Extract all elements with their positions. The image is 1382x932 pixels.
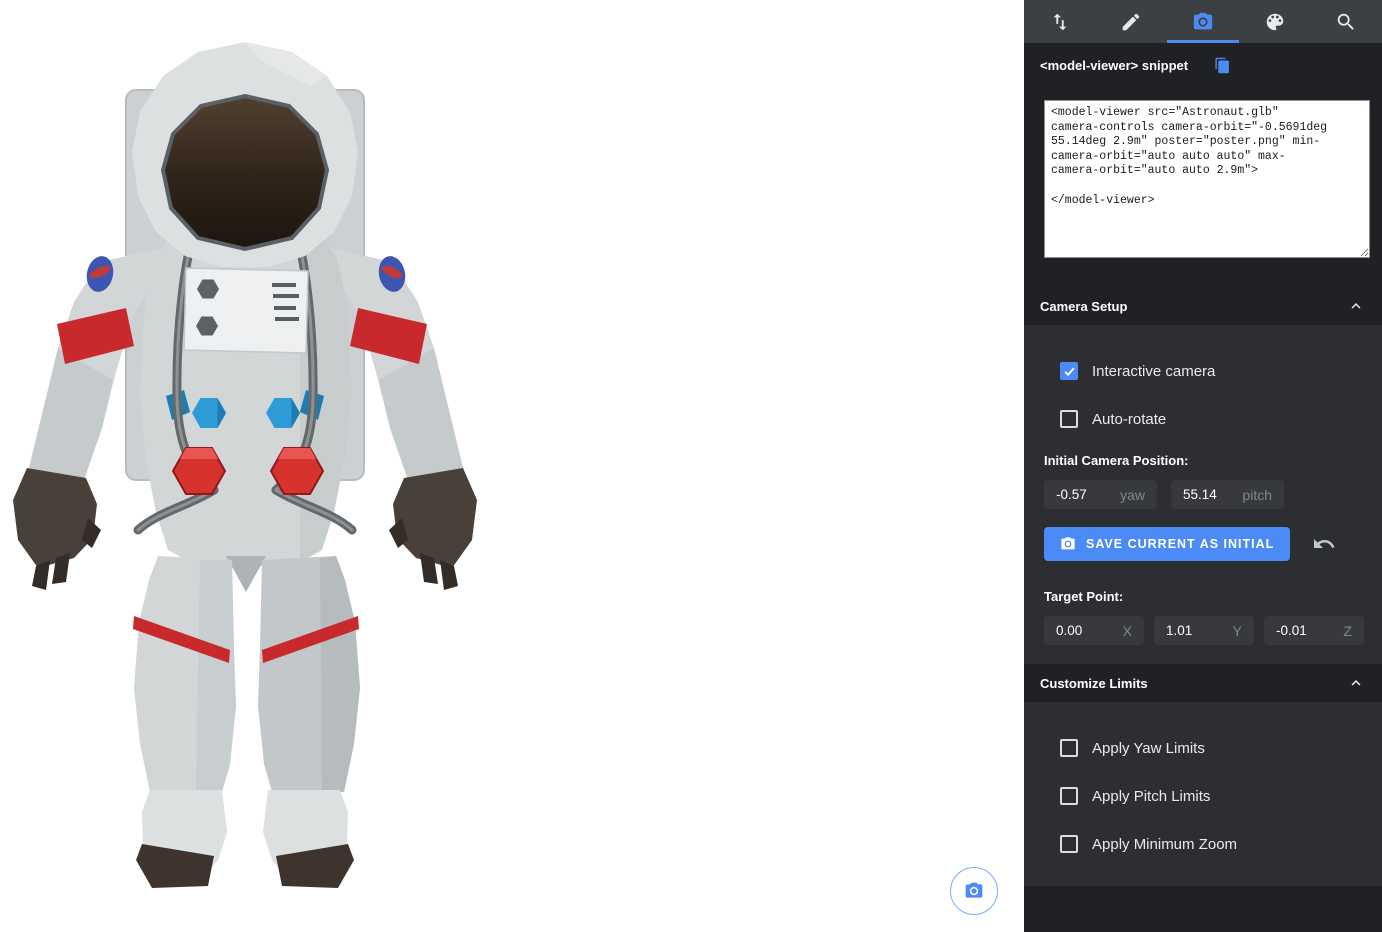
apply-pitch-limits-row[interactable]: Apply Pitch Limits [1024, 772, 1382, 820]
customize-limits-section: Apply Yaw Limits Apply Pitch Limits Appl… [1024, 702, 1382, 886]
save-button-label: SAVE CURRENT AS INITIAL [1086, 537, 1274, 551]
initial-camera-position-label: Initial Camera Position: [1044, 453, 1382, 468]
check-icon [1063, 365, 1076, 378]
interactive-camera-label: Interactive camera [1092, 363, 1215, 380]
yaw-field[interactable]: yaw [1044, 480, 1157, 509]
snippet-title: <model-viewer> snippet [1040, 58, 1188, 73]
astronaut-helmet [132, 42, 358, 267]
auto-rotate-checkbox[interactable] [1060, 410, 1078, 428]
target-point-inputs: X Y Z [1044, 616, 1382, 645]
pitch-field[interactable]: pitch [1171, 480, 1284, 509]
target-z-suffix: Z [1343, 623, 1352, 639]
snippet-header: <model-viewer> snippet [1040, 57, 1366, 74]
target-x-suffix: X [1123, 623, 1132, 639]
camera-icon [1060, 536, 1076, 552]
download-screenshot-button[interactable] [950, 867, 998, 915]
target-x-input[interactable] [1056, 623, 1115, 638]
apply-minimum-zoom-label: Apply Minimum Zoom [1092, 836, 1237, 853]
target-z-input[interactable] [1276, 623, 1335, 638]
target-y-input[interactable] [1166, 623, 1225, 638]
target-y-suffix: Y [1233, 623, 1242, 639]
tab-inspector[interactable] [1310, 0, 1382, 43]
tab-edit[interactable] [1096, 0, 1168, 43]
target-point-label: Target Point: [1044, 589, 1382, 604]
camera-setup-section: Interactive camera Auto-rotate Initial C… [1024, 325, 1382, 664]
pencil-icon [1120, 11, 1142, 33]
copy-icon [1214, 57, 1231, 74]
tab-file-controls[interactable] [1024, 0, 1096, 43]
astronaut-legs [133, 556, 360, 888]
chevron-up-icon[interactable] [1347, 674, 1365, 692]
initial-position-inputs: yaw pitch [1044, 480, 1382, 509]
section-header-camera-setup[interactable]: Camera Setup [1024, 287, 1382, 325]
search-icon [1335, 11, 1357, 33]
yaw-input[interactable] [1056, 487, 1112, 502]
auto-rotate-row[interactable]: Auto-rotate [1024, 395, 1382, 443]
swap-vertical-icon [1049, 11, 1071, 33]
save-current-as-initial-button[interactable]: SAVE CURRENT AS INITIAL [1044, 527, 1290, 561]
interactive-camera-row[interactable]: Interactive camera [1024, 347, 1382, 395]
apply-yaw-limits-checkbox[interactable] [1060, 739, 1078, 757]
palette-icon [1264, 11, 1286, 33]
apply-yaw-limits-row[interactable]: Apply Yaw Limits [1024, 724, 1382, 772]
tab-bar [1024, 0, 1382, 43]
apply-pitch-limits-label: Apply Pitch Limits [1092, 788, 1210, 805]
astronaut-model[interactable] [0, 30, 490, 892]
apply-minimum-zoom-checkbox[interactable] [1060, 835, 1078, 853]
apply-minimum-zoom-row[interactable]: Apply Minimum Zoom [1024, 820, 1382, 868]
camera-icon [964, 881, 984, 901]
undo-icon [1312, 532, 1336, 556]
target-z-field[interactable]: Z [1264, 616, 1364, 645]
apply-yaw-limits-label: Apply Yaw Limits [1092, 740, 1205, 757]
tab-camera[interactable] [1167, 0, 1239, 43]
revert-camera-button[interactable] [1312, 532, 1336, 556]
section-header-customize-limits[interactable]: Customize Limits [1024, 664, 1382, 702]
save-row: SAVE CURRENT AS INITIAL [1044, 527, 1382, 561]
yaw-suffix: yaw [1120, 487, 1145, 503]
camera-icon [1192, 11, 1214, 33]
apply-pitch-limits-checkbox[interactable] [1060, 787, 1078, 805]
auto-rotate-label: Auto-rotate [1092, 411, 1166, 428]
editor-panel: <model-viewer> snippet <model-viewer src… [1024, 0, 1382, 932]
model-viewport[interactable] [0, 0, 1024, 932]
chevron-up-icon[interactable] [1347, 297, 1365, 315]
section-title: Customize Limits [1040, 676, 1148, 691]
pitch-input[interactable] [1183, 487, 1234, 502]
interactive-camera-checkbox[interactable] [1060, 362, 1078, 380]
tab-materials[interactable] [1239, 0, 1311, 43]
astronaut-chest-panel [184, 268, 308, 353]
pitch-suffix: pitch [1242, 487, 1272, 503]
copy-snippet-button[interactable] [1214, 57, 1231, 74]
target-x-field[interactable]: X [1044, 616, 1144, 645]
snippet-code-textarea[interactable]: <model-viewer src="Astronaut.glb" camera… [1044, 100, 1370, 258]
target-y-field[interactable]: Y [1154, 616, 1254, 645]
section-title: Camera Setup [1040, 299, 1127, 314]
